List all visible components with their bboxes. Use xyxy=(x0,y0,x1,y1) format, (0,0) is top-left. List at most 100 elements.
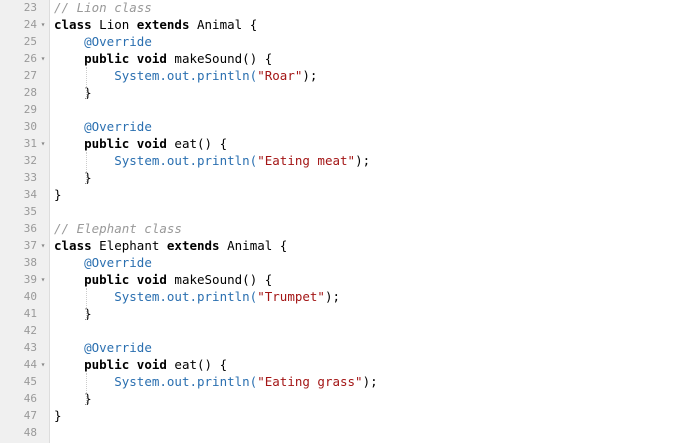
code-line[interactable]: 47} xyxy=(0,407,677,424)
code-text: System.out.println("Eating meat"); xyxy=(54,152,370,169)
code-text: @Override xyxy=(54,254,152,271)
code-line[interactable]: 41 } xyxy=(0,305,677,322)
indent-guide xyxy=(86,67,88,99)
code-text: class Elephant extends Animal { xyxy=(54,237,287,254)
line-number: 40 xyxy=(23,290,37,303)
code-token: eat() { xyxy=(166,136,228,151)
code-token: System.out.println( xyxy=(114,374,258,389)
line-number: 48 xyxy=(23,426,37,439)
code-token: eat() { xyxy=(166,357,228,372)
code-line[interactable]: 43 @Override xyxy=(0,339,677,356)
code-line[interactable]: 44 ▾ public void eat() { xyxy=(0,356,677,373)
fold-arrow-icon[interactable]: ▾ xyxy=(38,237,48,254)
code-token: Lion xyxy=(91,17,137,32)
code-token: public xyxy=(84,272,130,287)
code-token: Animal { xyxy=(219,238,288,253)
code-text: public void makeSound() { xyxy=(54,271,272,288)
code-line[interactable]: 28 } xyxy=(0,84,677,101)
code-token: makeSound() { xyxy=(166,51,273,66)
fold-arrow-icon[interactable]: ▾ xyxy=(38,50,48,67)
line-number: 35 xyxy=(23,205,37,218)
code-line[interactable]: 27 System.out.println("Roar"); xyxy=(0,67,677,84)
indent-guide xyxy=(86,288,88,320)
code-token: System.out.println( xyxy=(114,289,258,304)
code-line[interactable]: 42 xyxy=(0,322,677,339)
code-line[interactable]: 29 xyxy=(0,101,677,118)
code-line[interactable]: 40 System.out.println("Trumpet"); xyxy=(0,288,677,305)
code-text: @Override xyxy=(54,339,152,356)
code-line[interactable]: 39 ▾ public void makeSound() { xyxy=(0,271,677,288)
line-number: 24 xyxy=(23,18,37,31)
indent-guide xyxy=(86,152,88,184)
line-number: 31 xyxy=(23,137,37,150)
code-token: Elephant xyxy=(91,238,167,253)
line-number: 47 xyxy=(23,409,37,422)
code-line[interactable]: 23 // Lion class xyxy=(0,0,677,16)
code-text: } xyxy=(54,186,62,203)
line-number: 30 xyxy=(23,120,37,133)
code-token: class xyxy=(54,17,92,32)
line-number: 28 xyxy=(23,86,37,99)
code-line[interactable]: 35 xyxy=(0,203,677,220)
code-line[interactable]: 45 System.out.println("Eating grass"); xyxy=(0,373,677,390)
line-number: 34 xyxy=(23,188,37,201)
code-token: } xyxy=(54,187,62,202)
code-token: @Override xyxy=(84,340,152,355)
code-token: @Override xyxy=(84,34,152,49)
code-line[interactable]: 31 ▾ public void eat() { xyxy=(0,135,677,152)
line-number: 25 xyxy=(23,35,37,48)
code-token: System.out.println( xyxy=(114,68,258,83)
code-line[interactable]: 30 @Override xyxy=(0,118,677,135)
line-number: 32 xyxy=(23,154,37,167)
code-line[interactable]: 34} xyxy=(0,186,677,203)
code-token: "Eating grass" xyxy=(257,374,363,389)
code-token: @Override xyxy=(84,119,152,134)
code-line[interactable]: 37 ▾ class Elephant extends Animal { xyxy=(0,237,677,254)
code-text: // Lion class xyxy=(54,0,152,16)
code-token: void xyxy=(136,51,167,66)
fold-arrow-icon[interactable]: ▾ xyxy=(38,135,48,152)
code-line[interactable]: 25 @Override xyxy=(0,33,677,50)
line-number: 36 xyxy=(23,222,37,235)
code-line[interactable]: 38 @Override xyxy=(0,254,677,271)
line-number: 26 xyxy=(23,52,37,65)
code-line[interactable]: 33 } xyxy=(0,169,677,186)
code-token: // Lion class xyxy=(54,0,152,15)
code-line[interactable]: 48 xyxy=(0,424,677,441)
code-token: "Roar" xyxy=(257,68,303,83)
line-number: 33 xyxy=(23,171,37,184)
code-line[interactable]: 24 ▾ class Lion extends Animal { xyxy=(0,16,677,33)
code-text: public void eat() { xyxy=(54,356,227,373)
line-number: 38 xyxy=(23,256,37,269)
code-token: void xyxy=(136,136,167,151)
code-token: ); xyxy=(355,153,371,168)
code-line[interactable]: 32 System.out.println("Eating meat"); xyxy=(0,152,677,169)
code-token: System.out.println( xyxy=(114,153,258,168)
line-number: 42 xyxy=(23,324,37,337)
line-number: 46 xyxy=(23,392,37,405)
code-line[interactable]: 26 ▾ public void makeSound() { xyxy=(0,50,677,67)
code-line[interactable]: 46 } xyxy=(0,390,677,407)
code-token: extends xyxy=(166,238,220,253)
fold-arrow-icon[interactable]: ▾ xyxy=(38,16,48,33)
code-token: makeSound() { xyxy=(166,272,273,287)
fold-arrow-icon[interactable]: ▾ xyxy=(38,356,48,373)
code-editor[interactable]: 23// Lion class 24 ▾ class Lion extends Ani… xyxy=(0,0,677,443)
code-token: void xyxy=(136,357,167,372)
line-number: 44 xyxy=(23,358,37,371)
code-line[interactable]: 36 // Elephant class xyxy=(0,220,677,237)
code-text: System.out.println("Roar"); xyxy=(54,67,317,84)
code-token: public xyxy=(84,136,130,151)
fold-arrow-icon[interactable]: ▾ xyxy=(38,271,48,288)
code-token: ); xyxy=(362,374,378,389)
